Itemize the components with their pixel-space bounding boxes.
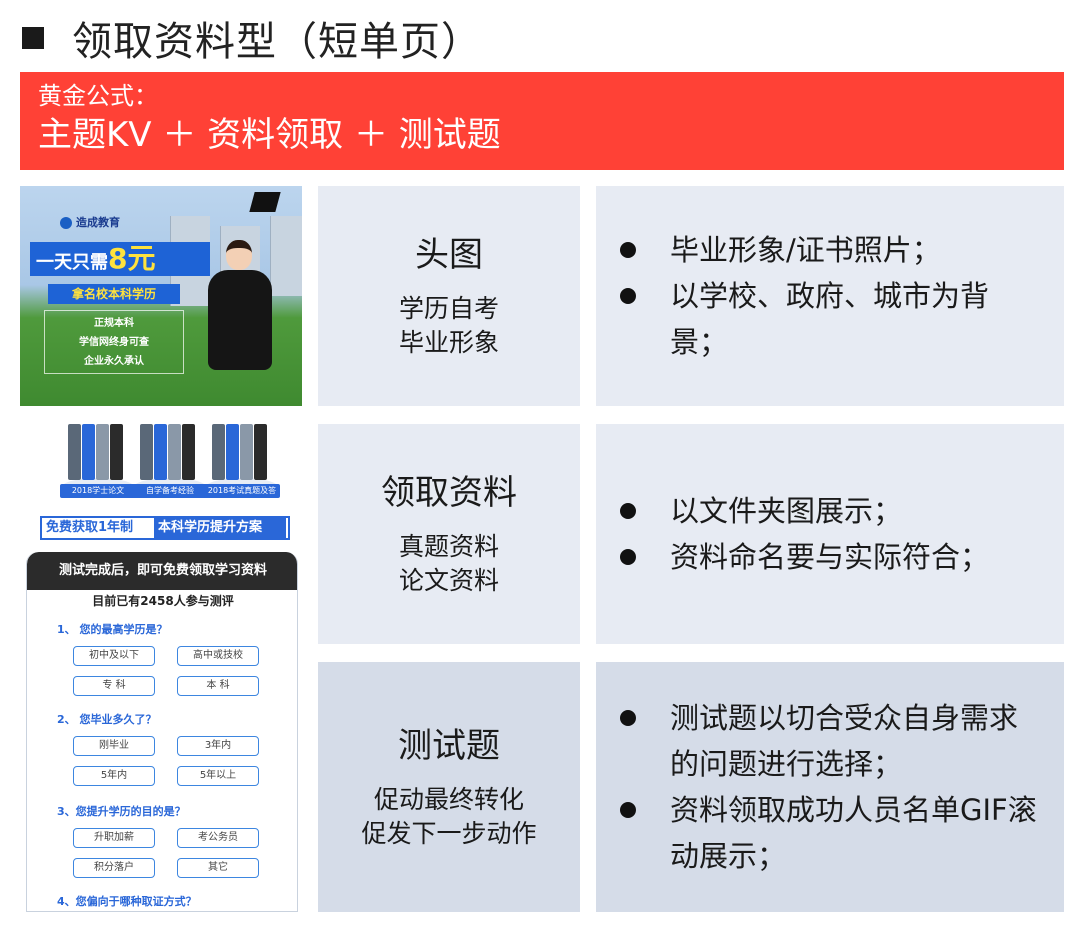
bullet-item: 资料命名要与实际符合； <box>616 534 1064 580</box>
quiz-option[interactable]: 刚毕业 <box>73 736 155 756</box>
bullet-text: 测试题以切合受众自身需求的问题进行选择； <box>670 701 1019 781</box>
quiz-option[interactable]: 高中或技校 <box>177 646 259 666</box>
section-notes-quiz: 测试题以切合受众自身需求的问题进行选择； 资料领取成功人员名单GIF滚动展示； <box>596 662 1064 912</box>
section-notes-materials: 以文件夹图展示； 资料命名要与实际符合； <box>596 424 1064 644</box>
folder-icon <box>168 424 181 480</box>
folder-icon <box>68 424 81 480</box>
section-subtitle: 学历自考 <box>398 294 499 323</box>
quiz-heading: 测试完成后，即可免费领取学习资料 <box>27 552 297 590</box>
bullet-dot-icon <box>620 288 636 304</box>
promo-text-a: 免费获取1年制 <box>46 520 134 535</box>
folder-group: 自学备考经验 <box>132 420 212 510</box>
quiz-option[interactable]: 本 科 <box>177 676 259 696</box>
section-subtitle: 真题资料 <box>398 532 499 561</box>
quiz-option[interactable]: 积分落户 <box>73 858 155 878</box>
bullet-item: 毕业形象/证书照片； <box>616 227 1064 273</box>
promo-text-b: 本科学历提升方案 <box>154 518 286 538</box>
folder-icon <box>254 424 267 480</box>
brand-logo: 造成教育 <box>60 214 120 230</box>
section-card-quiz: 测试题 促动最终转化 促发下一步动作 <box>318 662 580 912</box>
folder-icon <box>82 424 95 480</box>
bullet-text: 毕业形象/证书照片； <box>670 233 941 267</box>
folder-icon <box>154 424 167 480</box>
folder-icon <box>240 424 253 480</box>
section-card-materials: 领取资料 真题资料 论文资料 <box>318 424 580 644</box>
quiz-option[interactable]: 5年内 <box>73 766 155 786</box>
bullet-dot-icon <box>620 242 636 258</box>
graduation-cap-icon <box>249 192 281 212</box>
quiz-option[interactable]: 其它 <box>177 858 259 878</box>
section-subtitle: 促发下一步动作 <box>361 819 537 848</box>
bullet-dot-icon <box>620 802 636 818</box>
folder-tag: 2018考试真题及答案 <box>204 484 280 509</box>
title-square-icon <box>22 27 44 49</box>
section-subtitle: 促动最终转化 <box>373 785 524 814</box>
bullet-item: 以文件夹图展示； <box>616 488 1064 534</box>
bullet-dot-icon <box>620 710 636 726</box>
folder-icon <box>226 424 239 480</box>
formula-banner: 黄金公式： 主题KV ＋ 资料领取 ＋ 测试题 <box>20 72 1064 170</box>
formula-text: 主题KV ＋ 资料领取 ＋ 测试题 <box>38 115 501 155</box>
quiz-participant-count: 目前已有2458人参与测评 <box>92 594 234 608</box>
quiz-question: 1、 您的最高学历是？ <box>57 623 168 636</box>
folder-tag: 2018学士论文 <box>60 484 136 498</box>
quiz-option[interactable]: 3年内 <box>177 736 259 756</box>
graduate-head <box>226 240 252 270</box>
graduate-figure <box>196 192 286 386</box>
folder-group: 2018考试真题及答案 <box>204 420 284 510</box>
title-row: 领取资料型（短单页） <box>22 8 482 68</box>
quiz-option[interactable]: 升职加薪 <box>73 828 155 848</box>
bullet-dot-icon <box>620 549 636 565</box>
folder-icon <box>96 424 109 480</box>
formula-label: 黄金公式： <box>38 82 158 110</box>
folder-group: 2018学士论文 <box>60 420 140 510</box>
price-prefix: 一天只需 <box>36 252 108 273</box>
quiz-question: 3、您提升学历的目的是？ <box>57 805 186 818</box>
bullet-item: 资料领取成功人员名单GIF滚动展示； <box>616 787 1064 879</box>
bullet-text: 资料领取成功人员名单GIF滚动展示； <box>670 793 1037 873</box>
kv-feature: 学信网终身可查 <box>79 337 149 348</box>
bullet-item: 以学校、政府、城市为背景； <box>616 273 1064 365</box>
logo-text: 造成教育 <box>76 216 120 229</box>
quiz-question: 4、您偏向于哪种取证方式？ <box>57 895 197 908</box>
section-title: 头图 <box>415 235 483 275</box>
price-banner: 一天只需8元 <box>30 242 210 276</box>
bullet-text: 资料命名要与实际符合； <box>670 540 990 574</box>
folder-icon <box>110 424 123 480</box>
section-notes-header-image: 毕业形象/证书照片； 以学校、政府、城市为背景； <box>596 186 1064 406</box>
page-title: 领取资料型（短单页） <box>72 19 482 65</box>
folder-icon <box>182 424 195 480</box>
kv-feature: 正规本科 <box>94 318 134 329</box>
quiz-option[interactable]: 专 科 <box>73 676 155 696</box>
quiz-option[interactable]: 考公务员 <box>177 828 259 848</box>
quiz-option[interactable]: 5年以上 <box>177 766 259 786</box>
bullet-text: 以文件夹图展示； <box>670 494 903 528</box>
section-subtitle: 论文资料 <box>398 566 499 595</box>
section-card-header-image: 头图 学历自考 毕业形象 <box>318 186 580 406</box>
folder-icon <box>140 424 153 480</box>
kv-subtitle: 拿名校本科学历 <box>48 284 180 304</box>
section-title: 领取资料 <box>381 473 517 513</box>
section-subtitle: 毕业形象 <box>398 328 499 357</box>
bullet-text: 以学校、政府、城市为背景； <box>670 279 990 359</box>
quiz-thumbnail: 测试完成后，即可免费领取学习资料 目前已有2458人参与测评 1、 您的最高学历… <box>26 552 298 912</box>
quiz-question: 2、 您毕业多久了？ <box>57 713 157 726</box>
folder-icon <box>212 424 225 480</box>
kv-thumbnail: 造成教育 一天只需8元 拿名校本科学历 正规本科 学信网终身可查 企业永久承认 <box>20 186 302 406</box>
promo-banner: 免费获取1年制 本科学历提升方案 <box>40 516 290 540</box>
bullet-dot-icon <box>620 503 636 519</box>
graduation-gown <box>208 270 272 370</box>
kv-feature-list: 正规本科 学信网终身可查 企业永久承认 <box>44 310 184 374</box>
quiz-option[interactable]: 初中及以下 <box>73 646 155 666</box>
section-title: 测试题 <box>398 726 500 766</box>
kv-feature: 企业永久承认 <box>84 356 144 367</box>
folders-thumbnail: 2018学士论文 自学备考经验 2018考试真题及答案 免费获取1年制 本科学历提… <box>20 416 292 546</box>
folder-tag: 自学备考经验 <box>132 484 208 498</box>
logo-mark-icon <box>60 217 72 229</box>
bullet-item: 测试题以切合受众自身需求的问题进行选择； <box>616 695 1064 787</box>
price-number: 8元 <box>108 242 156 275</box>
